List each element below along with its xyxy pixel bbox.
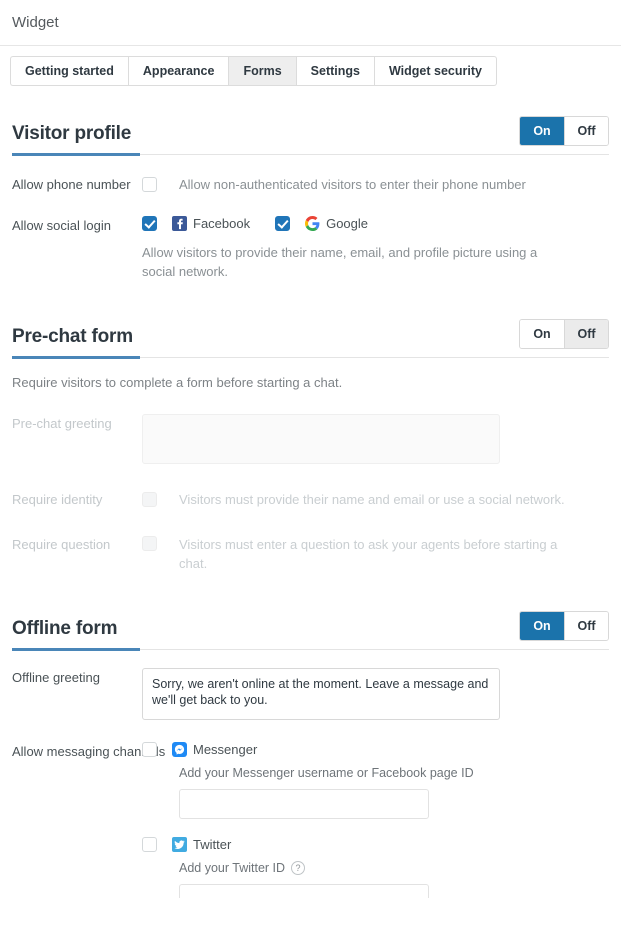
google-checkbox[interactable] (275, 216, 291, 231)
facebook-label: Facebook (193, 216, 251, 231)
allow-phone-number-description: Allow non-authenticated visitors to ente… (179, 177, 526, 192)
facebook-checkbox[interactable] (142, 216, 157, 231)
offline-form-toggle-on[interactable]: On (520, 612, 564, 640)
require-identity-description: Visitors must provide their name and ema… (179, 492, 565, 507)
twitter-note: Add your Twitter ID (179, 861, 286, 875)
twitter-icon (172, 837, 187, 852)
visitor-profile-toggle[interactable]: On Off (519, 116, 609, 146)
prechat-form-toggle-off[interactable]: Off (564, 320, 608, 348)
require-identity-checkbox (142, 492, 157, 507)
tab-bar: Getting started Appearance Forms Setting… (0, 46, 621, 90)
twitter-checkbox[interactable] (142, 837, 157, 852)
visitor-profile-toggle-on[interactable]: On (520, 117, 564, 145)
require-identity-row: Require identity Visitors must provide t… (12, 490, 609, 509)
social-login-description: Allow visitors to provide their name, em… (142, 245, 538, 279)
prechat-greeting-textarea (142, 414, 500, 464)
twitter-id-input[interactable] (179, 884, 429, 898)
require-question-label: Require question (12, 537, 111, 552)
visitor-profile-title: Visitor profile (12, 123, 132, 144)
prechat-form-divider (12, 356, 609, 359)
offline-greeting-row: Offline greeting Sorry, we aren't online… (12, 668, 609, 720)
offline-form-title: Offline form (12, 618, 118, 639)
visitor-profile-toggle-off[interactable]: Off (564, 117, 608, 145)
allow-social-login-label: Allow social login (12, 218, 111, 233)
prechat-greeting-label: Pre-chat greeting (12, 416, 112, 431)
twitter-label: Twitter (193, 837, 232, 852)
messenger-note: Add your Messenger username or Facebook … (179, 766, 474, 780)
prechat-greeting-row: Pre-chat greeting (12, 414, 609, 464)
prechat-form-toggle[interactable]: On Off (519, 319, 609, 349)
tab-appearance[interactable]: Appearance (127, 56, 229, 86)
tab-widget-security[interactable]: Widget security (373, 56, 497, 86)
require-question-description: Visitors must enter a question to ask yo… (179, 537, 558, 571)
require-question-row: Require question Visitors must enter a q… (12, 535, 609, 573)
page-title: Widget (12, 14, 59, 31)
help-icon[interactable]: ? (291, 861, 306, 875)
offline-greeting-textarea[interactable]: Sorry, we aren't online at the moment. L… (142, 668, 500, 720)
allow-phone-number-label: Allow phone number (12, 177, 131, 192)
require-question-checkbox (142, 536, 157, 551)
allow-phone-number-checkbox[interactable] (142, 177, 157, 192)
allow-phone-number-row: Allow phone number Allow non-authenticat… (12, 175, 609, 194)
offline-greeting-body: Sorry, we aren't online at the moment. L… (142, 668, 609, 720)
allow-social-login-row: Allow social login Facebook Google Allow… (12, 216, 609, 281)
tab-settings[interactable]: Settings (295, 56, 374, 86)
require-question-body: Visitors must enter a question to ask yo… (142, 535, 609, 573)
prechat-form-title: Pre-chat form (12, 326, 133, 347)
prechat-form-toggle-on[interactable]: On (520, 320, 564, 348)
require-identity-label: Require identity (12, 492, 103, 507)
messenger-icon (172, 742, 187, 757)
allow-social-login-body: Facebook Google Allow visitors to provid… (142, 216, 609, 281)
tab-forms[interactable]: Forms (228, 56, 296, 86)
offline-form-toggle-off[interactable]: Off (564, 612, 608, 640)
require-identity-body: Visitors must provide their name and ema… (142, 490, 609, 509)
prechat-form-header: Pre-chat form On Off (12, 319, 609, 357)
tab-getting-started[interactable]: Getting started (10, 56, 128, 86)
visitor-profile-divider (12, 153, 609, 156)
prechat-form-description: Require visitors to complete a form befo… (12, 375, 343, 390)
prechat-greeting-body (142, 414, 609, 464)
page-header: Widget (0, 0, 621, 46)
messenger-label: Messenger (193, 742, 258, 757)
offline-form-divider (12, 648, 609, 651)
offline-greeting-label: Offline greeting (12, 670, 100, 685)
offline-form-toggle[interactable]: On Off (519, 611, 609, 641)
forms-content: Visitor profile On Off Allow phone numbe… (0, 116, 621, 898)
offline-form-header: Offline form On Off (12, 611, 609, 649)
google-label: Google (326, 216, 369, 231)
messenger-channel-row: Messenger (142, 742, 609, 757)
allow-messaging-channels-row: Allow messaging channels Messenger Add y… (12, 742, 609, 898)
google-icon (305, 216, 320, 231)
allow-phone-number-body: Allow non-authenticated visitors to ente… (142, 175, 609, 194)
visitor-profile-header: Visitor profile On Off (12, 116, 609, 154)
facebook-icon (172, 216, 187, 231)
allow-messaging-channels-body: Messenger Add your Messenger username or… (142, 742, 609, 898)
messenger-id-input[interactable] (179, 789, 429, 819)
twitter-channel-row: Twitter (142, 837, 609, 852)
twitter-note-wrap: Add your Twitter ID ? (179, 861, 609, 875)
social-login-options: Facebook Google (142, 216, 609, 231)
messenger-checkbox[interactable] (142, 742, 157, 757)
